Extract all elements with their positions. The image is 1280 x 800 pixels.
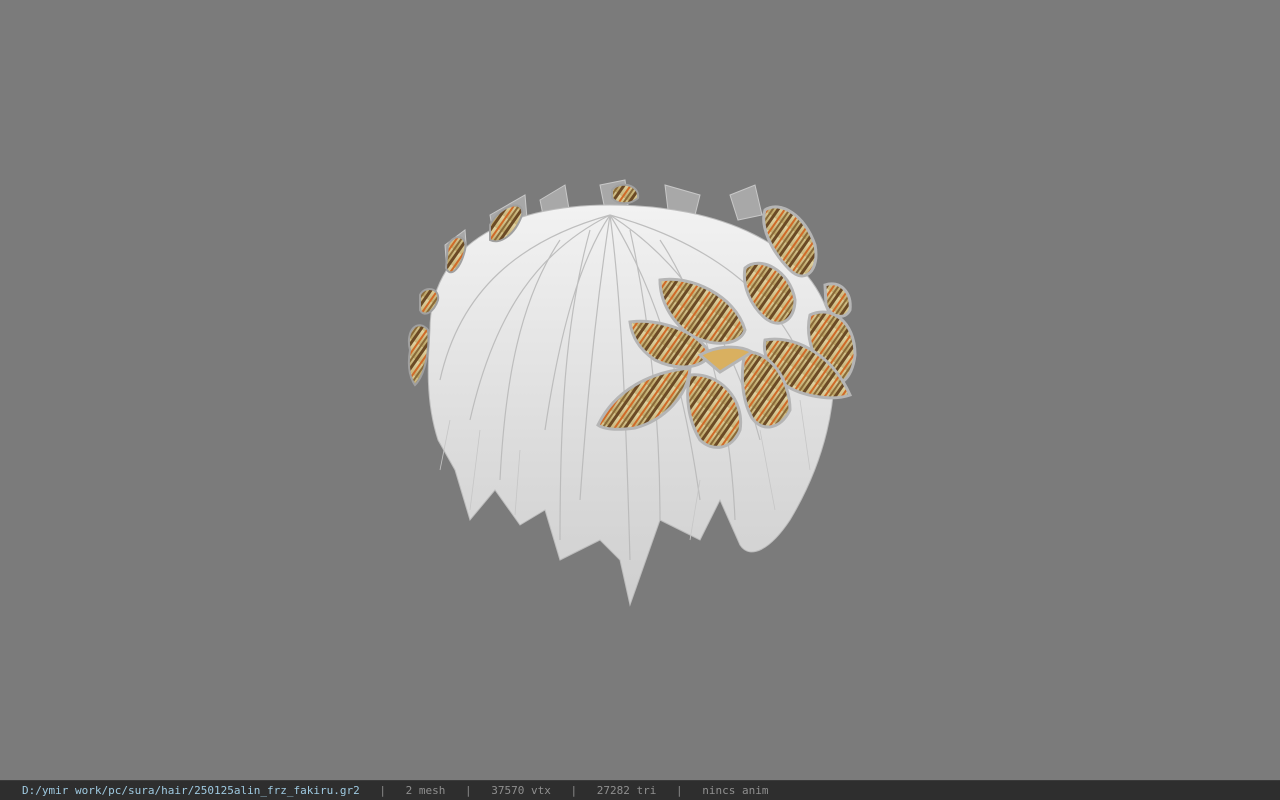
animation-status: nincs anim [702, 784, 769, 797]
status-separator: | [675, 784, 683, 797]
hair-model-render [407, 179, 857, 607]
triangle-count: 27282 tri [596, 784, 657, 797]
model-viewer-app: D:/ymir work/pc/sura/hair/250125alin_frz… [0, 0, 1280, 800]
status-separator: | [570, 784, 578, 797]
status-separator: | [379, 784, 387, 797]
model-file-path: D:/ymir work/pc/sura/hair/250125alin_frz… [22, 784, 360, 797]
vertex-count: 37570 vtx [491, 784, 551, 797]
status-separator: | [465, 784, 472, 797]
mesh-count: 2 mesh [405, 784, 446, 797]
3d-viewport[interactable] [0, 0, 1280, 780]
status-bar: D:/ymir work/pc/sura/hair/250125alin_frz… [0, 780, 1280, 800]
